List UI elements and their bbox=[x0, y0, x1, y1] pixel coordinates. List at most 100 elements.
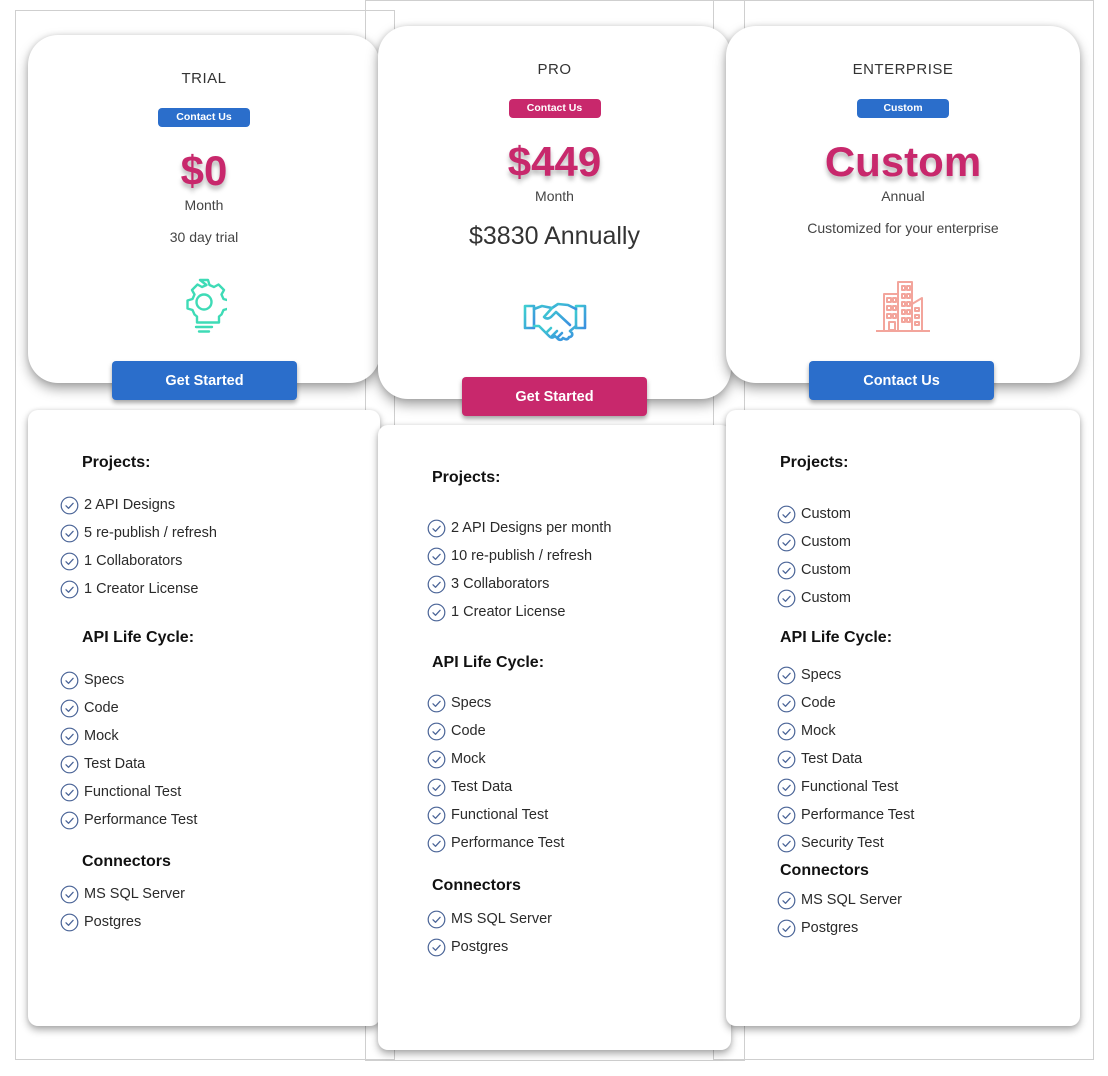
check-circle-icon bbox=[777, 750, 796, 768]
feature-section: Connectors MS SQL Server Postgres bbox=[28, 852, 380, 936]
feature-label: Custom bbox=[801, 562, 851, 578]
feature-label: Code bbox=[451, 723, 486, 739]
section-heading: Projects: bbox=[780, 454, 849, 471]
section-heading: API Life Cycle: bbox=[780, 629, 893, 646]
check-circle-icon bbox=[60, 727, 79, 745]
check-circle-icon bbox=[777, 891, 796, 909]
check-circle-icon bbox=[60, 580, 79, 598]
feature-item: Mock bbox=[777, 717, 1080, 745]
feature-section: API Life Cycle: Specs Code Mock Test Data Fun… bbox=[28, 628, 380, 834]
check-circle-icon bbox=[427, 750, 446, 768]
check-circle-icon bbox=[427, 834, 446, 852]
custom-badge[interactable]: Custom bbox=[857, 99, 949, 118]
feature-item: MS SQL Server bbox=[427, 905, 731, 933]
check-circle-icon bbox=[60, 913, 79, 931]
feature-item: 1 Collaborators bbox=[60, 547, 380, 575]
get-started-button-pro[interactable]: Get Started bbox=[462, 377, 647, 416]
feature-label: Functional Test bbox=[451, 807, 549, 823]
feature-label: MS SQL Server bbox=[801, 892, 902, 908]
feature-item: Test Data bbox=[427, 773, 731, 801]
feature-section: Projects: 2 API Designs per month 10 re-pu… bbox=[378, 468, 731, 626]
feature-item: Test Data bbox=[777, 745, 1080, 773]
contact-us-button-enterprise[interactable]: Contact Us bbox=[809, 361, 994, 400]
feature-label: Specs bbox=[84, 672, 125, 688]
feature-item: 3 Collaborators bbox=[427, 570, 731, 598]
check-circle-icon bbox=[427, 547, 446, 565]
billing-period: Annual bbox=[881, 188, 925, 204]
annual-price: $3830 Annually bbox=[469, 222, 640, 250]
feature-section: Connectors MS SQL Server Postgres bbox=[726, 861, 1080, 942]
feature-item: Specs bbox=[777, 661, 1080, 689]
feature-item: 1 Creator License bbox=[60, 575, 380, 603]
contact-us-badge[interactable]: Contact Us bbox=[508, 99, 601, 118]
feature-label: Postgres bbox=[451, 939, 509, 955]
check-circle-icon bbox=[427, 938, 446, 956]
plan-subtext: 30 day trial bbox=[169, 229, 239, 245]
feature-item: Specs bbox=[60, 666, 380, 694]
section-heading: Connectors bbox=[432, 877, 521, 894]
check-circle-icon bbox=[427, 806, 446, 824]
feature-label: Test Data bbox=[451, 779, 513, 795]
feature-item: 1 Creator License bbox=[427, 598, 731, 626]
feature-item: Test Data bbox=[60, 750, 380, 778]
plan-name: TRIAL bbox=[181, 70, 227, 87]
section-heading: API Life Cycle: bbox=[82, 629, 195, 646]
feature-item: Performance Test bbox=[427, 829, 731, 857]
feature-section: Projects: 2 API Designs 5 re-publish / ref… bbox=[28, 453, 380, 603]
check-circle-icon bbox=[777, 589, 796, 607]
features-card-enterprise: Projects: Custom Custom Custom Custom API Lif… bbox=[726, 410, 1080, 1026]
feature-item: Functional Test bbox=[777, 773, 1080, 801]
plan-price: Custom bbox=[824, 138, 982, 185]
handshake-icon bbox=[523, 302, 586, 342]
check-circle-icon bbox=[427, 778, 446, 796]
check-circle-icon bbox=[427, 722, 446, 740]
feature-section: API Life Cycle: Specs Code Mock Test Data Fun… bbox=[726, 628, 1080, 857]
feature-label: Custom bbox=[801, 590, 851, 606]
plan-name: ENTERPRISE bbox=[852, 61, 954, 78]
get-started-button-trial[interactable]: Get Started bbox=[112, 361, 297, 400]
feature-label: 1 Collaborators bbox=[84, 553, 183, 569]
feature-label: Custom bbox=[801, 534, 851, 550]
section-heading: Projects: bbox=[82, 454, 151, 471]
section-heading: Connectors bbox=[780, 862, 869, 879]
feature-label: Functional Test bbox=[801, 779, 899, 795]
feature-label: 3 Collaborators bbox=[451, 576, 550, 592]
feature-label: 2 API Designs bbox=[84, 497, 176, 513]
feature-label: 10 re-publish / refresh bbox=[451, 548, 593, 564]
feature-section: API Life Cycle: Specs Code Mock Test Data Fun… bbox=[378, 653, 731, 857]
feature-item: Custom bbox=[777, 528, 1080, 556]
check-circle-icon bbox=[60, 496, 79, 514]
feature-label: Code bbox=[84, 700, 119, 716]
check-circle-icon bbox=[777, 666, 796, 684]
feature-item: Postgres bbox=[777, 914, 1080, 942]
feature-label: Postgres bbox=[801, 920, 859, 936]
feature-label: MS SQL Server bbox=[84, 886, 185, 902]
check-circle-icon bbox=[777, 722, 796, 740]
feature-item: Functional Test bbox=[427, 801, 731, 829]
plan-card-pro: PRO Contact Us $449 Month $3830 Annually bbox=[378, 26, 731, 399]
feature-item: 2 API Designs per month bbox=[427, 514, 731, 542]
check-circle-icon bbox=[777, 694, 796, 712]
feature-item: Code bbox=[427, 717, 731, 745]
feature-label: Mock bbox=[801, 723, 836, 739]
check-circle-icon bbox=[60, 671, 79, 689]
check-circle-icon bbox=[777, 505, 796, 523]
check-circle-icon bbox=[777, 919, 796, 937]
feature-label: Specs bbox=[451, 695, 492, 711]
section-heading: API Life Cycle: bbox=[432, 654, 545, 671]
feature-item: Custom bbox=[777, 500, 1080, 528]
feature-item: Performance Test bbox=[777, 801, 1080, 829]
check-circle-icon bbox=[427, 603, 446, 621]
features-card-trial: Projects: 2 API Designs 5 re-publish / ref… bbox=[28, 410, 380, 1026]
feature-item: 5 re-publish / refresh bbox=[60, 519, 380, 547]
check-circle-icon bbox=[777, 561, 796, 579]
feature-item: 10 re-publish / refresh bbox=[427, 542, 731, 570]
feature-item: Performance Test bbox=[60, 806, 380, 834]
contact-us-badge[interactable]: Contact Us bbox=[158, 108, 250, 127]
feature-item: Functional Test bbox=[60, 778, 380, 806]
features-list: Projects: 2 API Designs 5 re-publish / ref… bbox=[28, 453, 380, 936]
check-circle-icon bbox=[777, 533, 796, 551]
feature-item: MS SQL Server bbox=[777, 886, 1080, 914]
feature-label: 2 API Designs per month bbox=[451, 520, 612, 536]
check-circle-icon bbox=[777, 778, 796, 796]
